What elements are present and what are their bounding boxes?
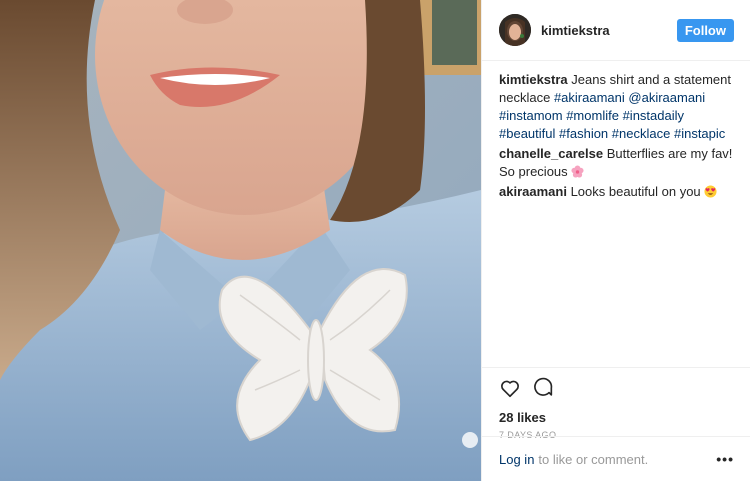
tag-link[interactable]: #akiraamani: [554, 90, 625, 105]
post-header: kimtiekstra Follow: [482, 0, 750, 61]
comment-item: akiraamani Looks beautiful on you: [499, 183, 734, 201]
tag-link[interactable]: #instadaily: [623, 108, 684, 123]
comment-item: chanelle_carelse Butterflies are my fav!…: [499, 145, 734, 181]
comment-username[interactable]: chanelle_carelse: [499, 146, 603, 161]
avatar-icon: [499, 14, 531, 46]
selfie-photo-graphic: [0, 0, 481, 481]
tag-link[interactable]: #instamom: [499, 108, 563, 123]
comment-text: Looks beautiful on you: [570, 184, 701, 199]
post-actions: 28 likes 7 DAYS AGO: [482, 367, 750, 440]
tag-link[interactable]: #momlife: [566, 108, 619, 123]
cherry-blossom-emoji: [571, 165, 584, 178]
heart-eyes-emoji: [704, 185, 717, 198]
caption: kimtiekstra Jeans shirt and a statement …: [499, 71, 734, 143]
likes-count[interactable]: 28 likes: [499, 410, 734, 425]
post-photo[interactable]: [0, 0, 481, 481]
avatar[interactable]: [499, 14, 531, 46]
more-options-button[interactable]: •••: [716, 451, 734, 467]
instagram-post: kimtiekstra Follow kimtiekstra Jeans shi…: [0, 0, 750, 481]
login-link[interactable]: Log in: [499, 452, 534, 467]
tag-link[interactable]: @akiraamani: [628, 90, 705, 105]
tag-link[interactable]: #instapic: [674, 126, 725, 141]
caption-username[interactable]: kimtiekstra: [499, 72, 568, 87]
action-icons: [499, 376, 734, 400]
follow-button[interactable]: Follow: [676, 18, 734, 42]
heart-icon[interactable]: [499, 377, 521, 399]
comment-username[interactable]: akiraamani: [499, 184, 567, 199]
comment-icon[interactable]: [533, 377, 555, 399]
comments-list: kimtiekstra Jeans shirt and a statement …: [482, 61, 750, 201]
tag-link[interactable]: #beautiful: [499, 126, 555, 141]
tag-link[interactable]: #necklace: [612, 126, 671, 141]
header-username[interactable]: kimtiekstra: [541, 23, 677, 38]
login-prompt: to like or comment.: [538, 451, 649, 467]
login-footer: Log in to like or comment. •••: [482, 436, 750, 481]
post-sidebar: kimtiekstra Follow kimtiekstra Jeans shi…: [481, 0, 750, 481]
tag-link[interactable]: #fashion: [559, 126, 608, 141]
